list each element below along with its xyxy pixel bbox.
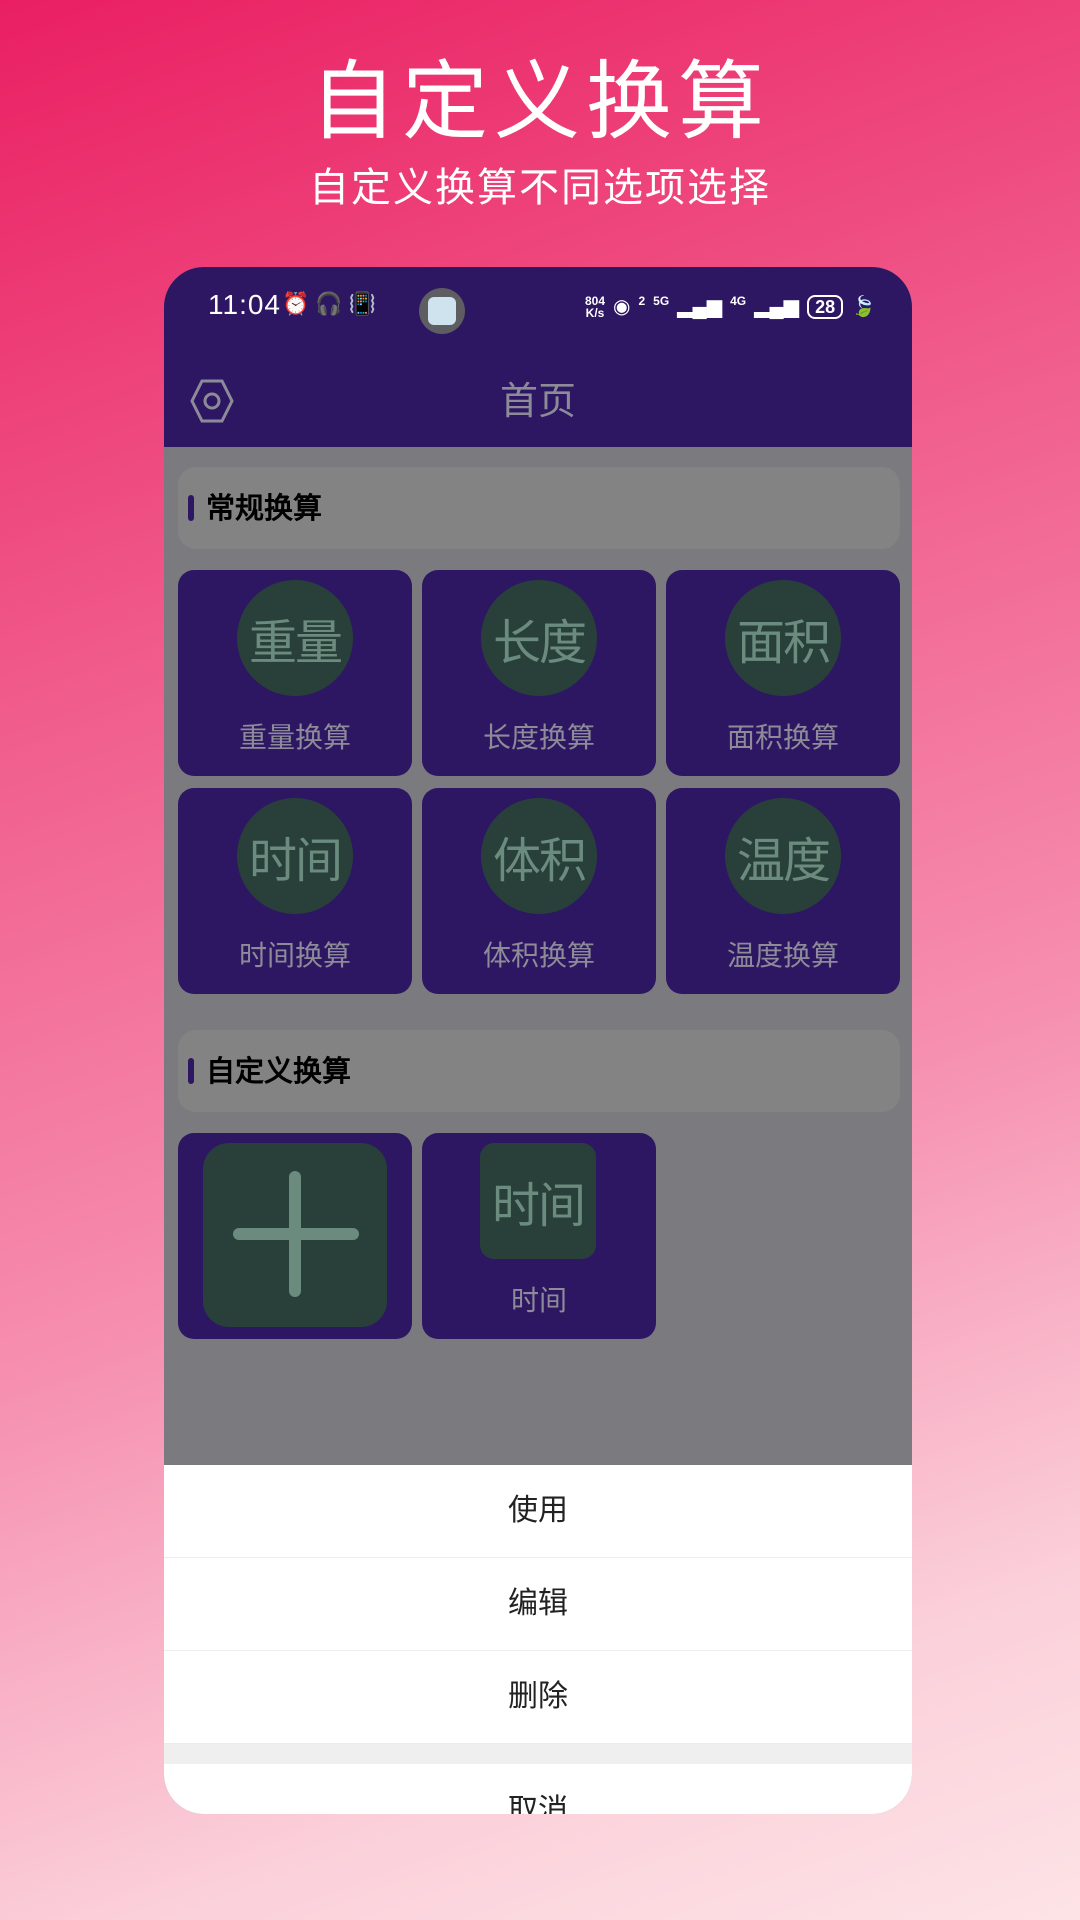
- status-icons-left: ⏰ 🎧 📳: [282, 291, 376, 319]
- sim1-network: 5G: [653, 294, 670, 308]
- card-length[interactable]: 长度 长度换算: [422, 570, 656, 776]
- card-time[interactable]: 时间 时间换算: [178, 788, 412, 994]
- add-tile: [203, 1143, 387, 1327]
- phone-screen: 11:04 ⏰ 🎧 📳 804 K/s ◉ 2 5G ▂▄▆ 4G ▂▄▆ 28…: [164, 267, 912, 1814]
- volume-icon: 体积: [481, 798, 597, 914]
- card-label: 面积换算: [726, 721, 839, 754]
- network-speed: 804 K/s: [584, 294, 606, 320]
- card-area[interactable]: 面积 面积换算: [666, 570, 900, 776]
- status-bar: 11:04 ⏰ 🎧 📳 804 K/s ◉ 2 5G ▂▄▆ 4G ▂▄▆ 28…: [164, 267, 912, 355]
- headphones-icon: 🎧: [315, 292, 343, 317]
- card-temperature[interactable]: 温度 温度换算: [666, 788, 900, 994]
- section-header-regular: 常规换算: [178, 467, 900, 549]
- section-title: 常规换算: [206, 491, 323, 525]
- card-label: 重量换算: [238, 721, 351, 754]
- add-custom-card[interactable]: [178, 1133, 412, 1339]
- signal-icon: ▂▄▆: [677, 296, 723, 318]
- status-time: 11:04: [208, 289, 281, 320]
- signal-icon-2: ▂▄▆: [754, 296, 800, 318]
- page-title: 首页: [499, 379, 576, 423]
- app-notification-icon: [419, 288, 465, 334]
- card-label: 时间换算: [238, 939, 351, 972]
- promo-title: 自定义换算: [310, 52, 770, 152]
- section-accent-bar: [188, 495, 194, 521]
- delete-button[interactable]: 删除: [164, 1651, 912, 1744]
- area-icon: 面积: [725, 580, 841, 696]
- time-icon: 时间: [237, 798, 353, 914]
- battery-indicator: 28: [807, 295, 844, 319]
- card-label: 长度换算: [482, 721, 595, 754]
- section-header-custom: 自定义换算: [178, 1030, 900, 1112]
- length-icon: 长度: [481, 580, 597, 696]
- section-accent-bar: [188, 1058, 194, 1084]
- time-icon: 时间: [480, 1143, 596, 1259]
- leaf-icon: 🍃: [851, 296, 876, 318]
- section-title: 自定义换算: [206, 1054, 352, 1088]
- card-weight[interactable]: 重量 重量换算: [178, 570, 412, 776]
- plus-icon: [233, 1171, 359, 1297]
- vibrate-icon: 📳: [348, 292, 377, 317]
- card-custom-time[interactable]: 时间 时间: [422, 1133, 656, 1339]
- card-label: 时间: [510, 1284, 567, 1317]
- weight-icon: 重量: [237, 580, 353, 696]
- promo-subtitle: 自定义换算不同选项选择: [309, 165, 771, 211]
- cancel-button[interactable]: 取消: [164, 1764, 912, 1814]
- sim2-network: 4G: [730, 294, 747, 308]
- status-icons-right: 804 K/s ◉ 2 5G ▂▄▆ 4G ▂▄▆ 28 🍃: [585, 295, 876, 319]
- nav-bar: 首页: [164, 355, 912, 447]
- sheet-divider: [164, 1744, 912, 1764]
- card-label: 体积换算: [482, 939, 595, 972]
- temperature-icon: 温度: [725, 798, 841, 914]
- edit-button[interactable]: 编辑: [164, 1558, 912, 1651]
- sim1-index: 2: [638, 294, 646, 308]
- use-button[interactable]: 使用: [164, 1465, 912, 1558]
- card-volume[interactable]: 体积 体积换算: [422, 788, 656, 994]
- card-label: 温度换算: [726, 939, 839, 972]
- alarm-icon: ⏰: [282, 292, 310, 317]
- hotspot-icon: ◉: [613, 296, 631, 318]
- action-sheet: 使用 编辑 删除 取消: [164, 1465, 912, 1814]
